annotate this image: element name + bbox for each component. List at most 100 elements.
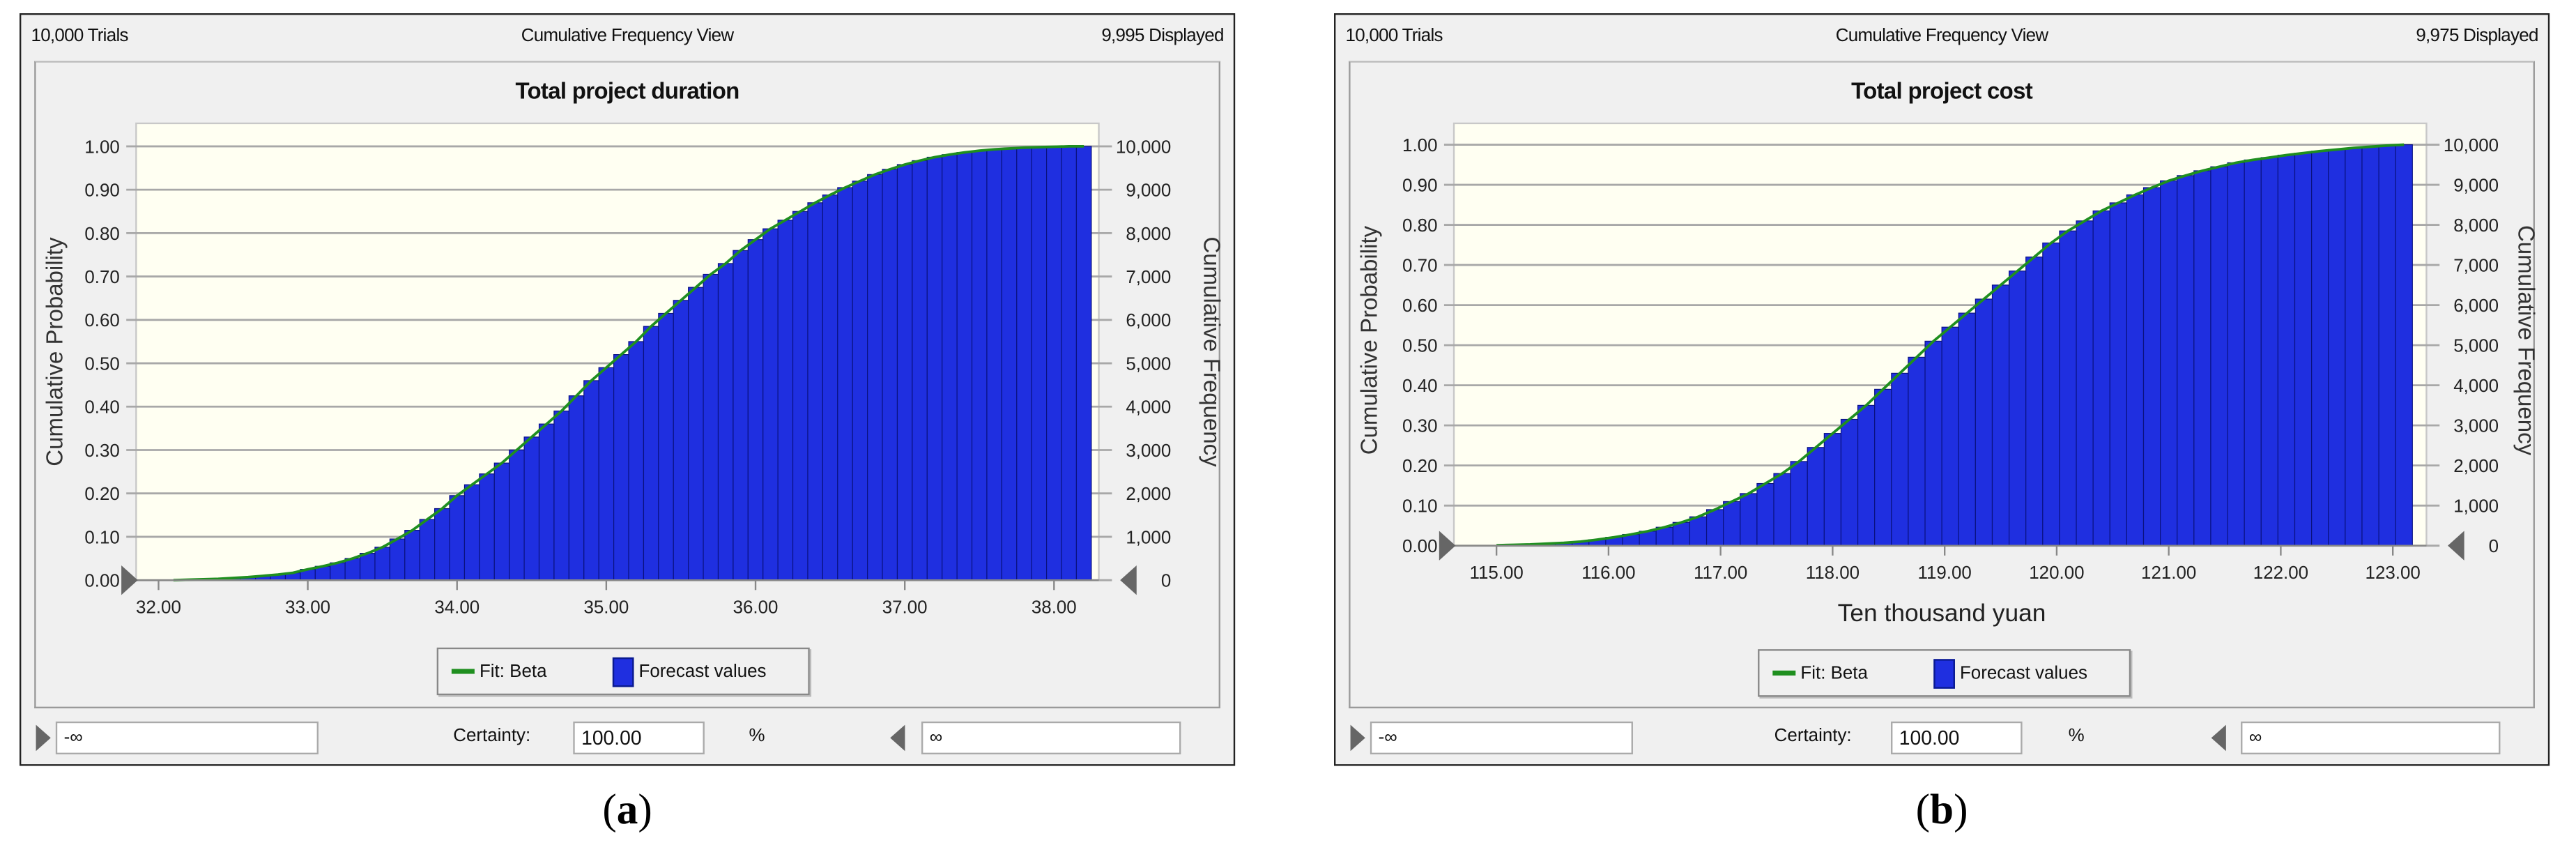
y2-tick-label: 4,000	[1126, 398, 1171, 418]
legend-fit-label: Fit: Beta	[1800, 663, 1868, 683]
bar	[703, 273, 719, 581]
bar	[2042, 242, 2060, 547]
y2-tick-label: 6,000	[1126, 311, 1171, 330]
x-tick-label: 115.00	[1469, 563, 1523, 583]
bar	[1655, 526, 1673, 547]
bar	[1740, 493, 1758, 547]
y-tick-label: 0.10	[84, 528, 119, 547]
bar	[1001, 148, 1018, 581]
bar	[493, 462, 510, 581]
bar	[568, 395, 585, 581]
lower-grabber-icon[interactable]	[36, 724, 51, 752]
upper-grabber-icon[interactable]	[890, 724, 905, 752]
y2-tick-label: 2,000	[1126, 485, 1171, 504]
y-tick-label: 0.40	[84, 398, 119, 418]
bar	[628, 341, 645, 581]
bar	[2177, 175, 2195, 547]
x-axis-label: Ten thousand yuan	[1837, 600, 2046, 628]
x-tick-label: 118.00	[1806, 563, 1860, 583]
certainty-unit: %	[749, 726, 765, 747]
upper-bound-input[interactable]: ∞	[2241, 721, 2501, 755]
bar	[1975, 298, 1993, 547]
bar	[658, 312, 674, 581]
forecast-window-duration: 10,000 Trials Cumulative Frequency View …	[20, 13, 1236, 766]
y2-axis-label: Cumulative Frequency	[1199, 236, 1226, 467]
certainty-input[interactable]: 100.00	[573, 721, 705, 755]
bar	[2311, 151, 2329, 547]
bar	[1790, 461, 1808, 547]
bar	[1807, 447, 1825, 547]
y-axis-label: Cumulative Probability	[1355, 225, 1382, 455]
bar	[1891, 372, 1909, 547]
bar	[688, 287, 704, 581]
caption-letter: a	[616, 785, 638, 834]
y-tick-label: 0.70	[1402, 257, 1437, 276]
fit-line-swatch	[451, 669, 475, 674]
x-tick-label: 34.00	[434, 597, 480, 617]
upper-bound-input[interactable]: ∞	[921, 721, 1181, 755]
bar	[2025, 257, 2044, 547]
bar	[404, 530, 420, 581]
y2-tick-label: 8,000	[1126, 224, 1171, 244]
caption-paren: (	[602, 785, 617, 834]
y-tick-label: 0.80	[84, 224, 119, 244]
bar	[1016, 147, 1032, 581]
lower-grabber-icon[interactable]	[1350, 724, 1365, 752]
y2-tick-label: 7,000	[1126, 268, 1171, 287]
y-axis-label: Cumulative Probability	[40, 237, 68, 466]
bar	[2227, 162, 2245, 547]
bar	[1046, 146, 1062, 581]
y-tick-label: 0.70	[84, 268, 119, 287]
bar	[2142, 187, 2161, 547]
bar	[1723, 501, 1741, 547]
y-tick-label: 0.30	[84, 441, 119, 461]
bar	[673, 300, 689, 581]
bar	[2244, 159, 2262, 547]
bar	[762, 228, 779, 581]
bars-swatch	[612, 656, 634, 687]
y2-tick-label: 3,000	[1126, 441, 1171, 461]
bar	[523, 436, 540, 581]
upper-grabber-icon[interactable]	[2211, 724, 2226, 752]
y-tick-label: 0.00	[84, 572, 119, 591]
lower-bound-input[interactable]: -∞	[1370, 721, 1633, 755]
bar	[2210, 166, 2228, 547]
bar	[837, 187, 853, 581]
y2-tick-label: 6,000	[2453, 296, 2499, 316]
bar	[643, 326, 659, 581]
x-tick-label: 32.00	[136, 597, 181, 617]
y2-tick-label: 10,000	[1116, 137, 1171, 157]
y2-tick-label: 9,000	[2453, 176, 2499, 195]
y2-tick-label: 10,000	[2444, 136, 2499, 155]
bar	[2160, 180, 2178, 547]
certainty-input[interactable]: 100.00	[1891, 721, 2023, 755]
lower-bound-input[interactable]: -∞	[55, 721, 319, 755]
y2-tick-label: 3,000	[2453, 417, 2499, 436]
bar	[509, 449, 525, 581]
bar	[2345, 147, 2363, 547]
figure-caption: (a)	[20, 786, 1235, 835]
bar	[583, 380, 599, 581]
bar	[1756, 482, 1774, 547]
bar	[598, 367, 615, 581]
x-tick-label: 123.00	[2366, 563, 2421, 583]
bar	[2361, 146, 2379, 547]
bar	[942, 154, 958, 581]
bar	[882, 169, 898, 581]
bar	[2092, 210, 2110, 547]
bar	[807, 202, 823, 581]
y2-tick-label: 0	[2489, 537, 2499, 556]
right-grabber-icon	[2448, 531, 2464, 561]
bar	[971, 150, 988, 581]
bar	[2260, 157, 2278, 547]
y-tick-label: 0.10	[1402, 497, 1437, 517]
y2-tick-label: 1,000	[2453, 497, 2499, 517]
bar	[479, 473, 495, 581]
bar	[449, 495, 466, 581]
bar	[896, 164, 913, 581]
y2-tick-label: 5,000	[1126, 354, 1171, 374]
bar	[1705, 509, 1724, 547]
bar	[389, 538, 406, 581]
bar	[2126, 194, 2145, 547]
bar	[2109, 202, 2127, 547]
